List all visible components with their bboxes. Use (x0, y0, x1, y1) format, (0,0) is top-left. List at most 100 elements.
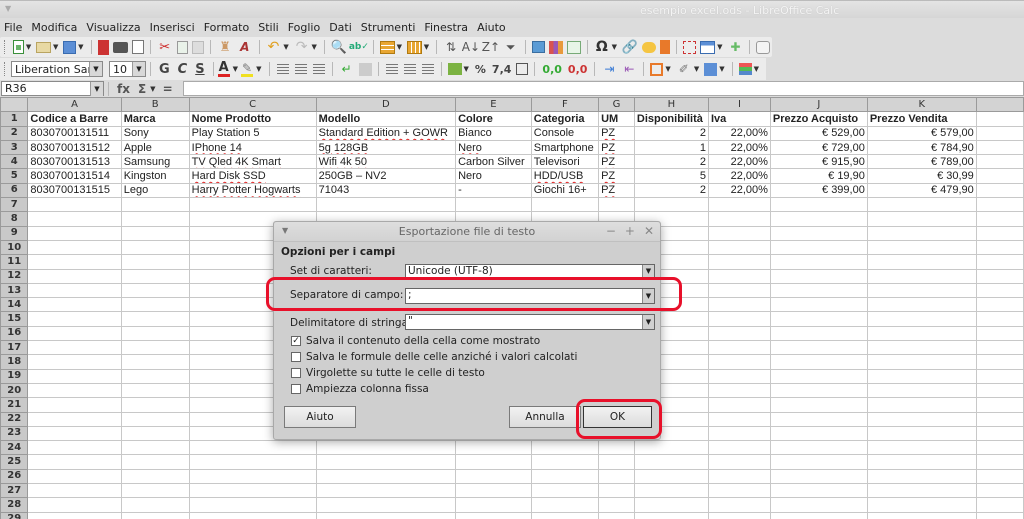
column-header[interactable]: B (120, 97, 190, 113)
add-decimal-icon[interactable]: 0,0 (542, 63, 562, 76)
cell[interactable] (707, 411, 771, 427)
find-replace-icon[interactable]: 🔍 (331, 39, 347, 55)
wrap-text-icon[interactable]: ↵ (339, 61, 355, 77)
cell[interactable] (769, 511, 868, 519)
save-formulas-checkbox[interactable]: Salva le formule delle celle anziché i v… (291, 351, 577, 363)
cell[interactable] (866, 311, 977, 327)
cut-icon[interactable]: ✂ (157, 39, 173, 55)
cell[interactable] (866, 354, 977, 370)
cell[interactable] (866, 468, 977, 485)
highlight-color-icon[interactable]: ✎ (241, 62, 254, 77)
cell[interactable]: PZ (598, 139, 635, 156)
open-icon[interactable] (36, 41, 51, 53)
cell[interactable] (633, 497, 709, 513)
cell[interactable] (975, 497, 1024, 513)
cell[interactable] (455, 483, 532, 499)
cell[interactable] (707, 311, 771, 327)
bold-button[interactable]: G (159, 62, 170, 77)
chevron-down-icon[interactable]: ▼ (642, 289, 654, 303)
cell[interactable]: PZ (598, 168, 635, 184)
cell[interactable] (27, 454, 122, 470)
cell[interactable] (769, 354, 868, 370)
cell[interactable] (120, 211, 190, 227)
window-menu-icon[interactable]: ▼ (5, 4, 11, 13)
column-icon[interactable] (407, 40, 422, 54)
column-header[interactable] (975, 97, 1024, 113)
hyperlink-icon[interactable]: 🔗 (622, 39, 638, 55)
column-header[interactable]: C (188, 97, 317, 113)
cell[interactable] (120, 440, 190, 456)
cell[interactable] (769, 440, 868, 456)
cell[interactable]: € 19,90 (769, 168, 868, 184)
new-icon[interactable] (12, 40, 24, 54)
cell[interactable] (975, 139, 1024, 156)
row-header[interactable]: 15 (0, 311, 29, 327)
cell[interactable]: € 479,90 (866, 182, 977, 199)
cell[interactable] (27, 497, 122, 513)
cell[interactable] (120, 268, 190, 284)
cell[interactable] (315, 497, 457, 513)
align-middle-icon[interactable] (403, 64, 416, 74)
cell[interactable] (633, 454, 709, 470)
cell[interactable]: 1 (633, 139, 709, 156)
chevron-down-icon[interactable]: ▼ (90, 82, 103, 96)
help-button[interactable]: Aiuto (284, 406, 356, 428)
currency-format-icon[interactable] (447, 63, 462, 75)
cell[interactable]: € 784,90 (866, 139, 977, 156)
ok-button[interactable]: OK (583, 406, 652, 428)
menu-modifica[interactable]: Modifica (31, 21, 77, 34)
align-top-icon[interactable] (385, 64, 398, 74)
field-separator-combo[interactable]: ; ▼ (405, 288, 655, 304)
cell[interactable] (120, 483, 190, 499)
copy-icon[interactable] (176, 40, 189, 54)
autofilter-icon[interactable]: ⏷ (503, 39, 519, 55)
cell[interactable] (707, 440, 771, 456)
cell[interactable] (707, 511, 771, 519)
cell[interactable] (27, 397, 122, 413)
print-preview-icon[interactable] (132, 40, 144, 54)
cell[interactable] (769, 483, 868, 499)
cell[interactable] (455, 511, 532, 519)
currency-dropdown-icon[interactable]: ▼ (464, 65, 469, 73)
cell[interactable]: 250GB – NV2 (315, 168, 457, 184)
delete-decimal-icon[interactable]: 0,0 (568, 63, 588, 76)
cell[interactable] (769, 197, 868, 213)
cell[interactable] (598, 497, 635, 513)
cell[interactable] (27, 282, 122, 299)
cell[interactable] (866, 440, 977, 456)
cell[interactable]: Prezzo Vendita (866, 111, 977, 127)
row-header[interactable]: 21 (0, 397, 29, 413)
cell[interactable] (975, 382, 1024, 399)
row-header[interactable]: 23 (0, 425, 29, 442)
toolbar-grip[interactable] (4, 62, 7, 76)
cell[interactable] (120, 497, 190, 513)
cell[interactable] (769, 254, 868, 270)
cell[interactable]: € 30,99 (866, 168, 977, 184)
cell[interactable] (120, 197, 190, 213)
formula-equals-icon[interactable]: = (163, 82, 173, 96)
chevron-down-icon[interactable]: ▼ (89, 62, 102, 76)
row-header[interactable]: 14 (0, 297, 29, 313)
row-header[interactable]: 1 (0, 111, 29, 127)
cell[interactable] (975, 168, 1024, 184)
cell[interactable] (27, 468, 122, 485)
cell[interactable] (769, 282, 868, 299)
cell[interactable] (769, 325, 868, 342)
cell[interactable]: € 529,00 (769, 125, 868, 141)
cell[interactable] (975, 511, 1024, 519)
cell[interactable] (120, 368, 190, 384)
string-delimiter-combo[interactable]: " ▼ (405, 314, 655, 330)
row-header[interactable]: 9 (0, 225, 29, 241)
background-color-icon[interactable] (704, 62, 718, 76)
cell[interactable]: Nero (455, 168, 532, 184)
cell[interactable] (707, 297, 771, 313)
sort-icon[interactable]: ⇅ (443, 39, 459, 55)
cell[interactable] (27, 483, 122, 499)
comment-icon[interactable] (642, 41, 656, 53)
row-header[interactable]: 28 (0, 497, 29, 513)
cell[interactable] (598, 197, 635, 213)
cell[interactable] (27, 425, 122, 442)
function-wizard-icon[interactable]: fx (117, 82, 130, 96)
font-name-combo[interactable]: Liberation Sans ▼ (11, 61, 103, 77)
cell[interactable]: Televisori (530, 154, 600, 170)
